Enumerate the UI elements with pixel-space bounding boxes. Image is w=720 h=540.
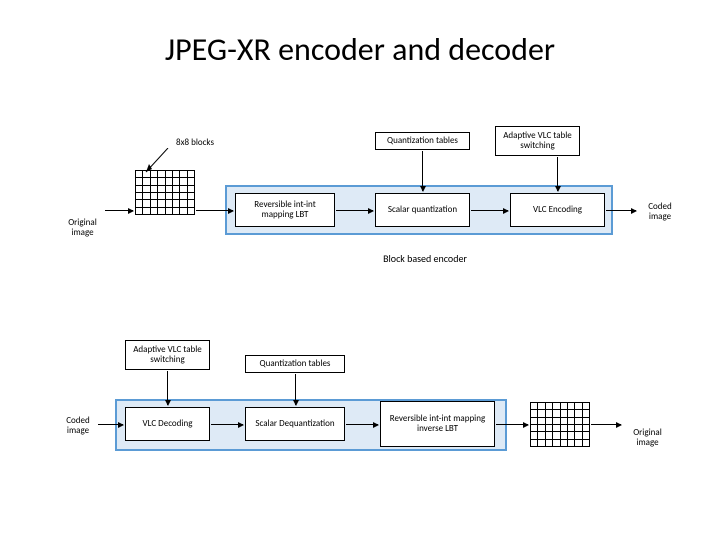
encoder-stage-vlc: VLC Encoding <box>510 193 605 227</box>
decoder-stage-vlc: VLC Decoding <box>125 407 210 441</box>
arrow-dec-0 <box>98 424 123 425</box>
blocks-arrow-enc <box>140 148 170 178</box>
original-image-label-enc: Original image <box>60 218 105 239</box>
arrow-enc-0 <box>105 210 133 211</box>
arrow-enc-3 <box>471 210 508 211</box>
varrow-dec-1 <box>167 371 168 405</box>
adaptive-vlc-box-dec: Adaptive VLC table switching <box>125 340 210 370</box>
arrow-enc-2 <box>336 210 373 211</box>
varrow-dec-2 <box>295 374 296 405</box>
quantization-tables-box-dec: Quantization tables <box>245 355 345 373</box>
varrow-enc-1 <box>422 151 423 191</box>
decoder-stage-dequant: Scalar Dequantization <box>245 407 345 441</box>
arrow-enc-1 <box>196 210 233 211</box>
arrow-dec-4 <box>591 424 621 425</box>
arrow-dec-3 <box>496 424 528 425</box>
encoder-stage-lbt: Reversible int-int mapping LBT <box>235 193 335 227</box>
encoder-group-label: Block based encoder <box>380 253 470 265</box>
decoder-stage-invlbt: Reversible int-int mapping inverse LBT <box>380 401 495 447</box>
coded-image-label-enc: Coded image <box>640 202 680 223</box>
arrow-dec-1 <box>211 424 243 425</box>
adaptive-vlc-box-enc: Adaptive VLC table switching <box>495 126 580 156</box>
page-title: JPEG-XR encoder and decoder <box>0 30 720 69</box>
arrow-dec-2 <box>346 424 378 425</box>
blocks-label: 8x8 blocks <box>155 138 235 148</box>
coded-image-label-dec: Coded image <box>58 416 98 437</box>
quantization-tables-box-enc: Quantization tables <box>375 132 470 150</box>
original-image-label-dec: Original image <box>625 428 670 449</box>
grid-image-dec <box>530 402 590 447</box>
encoder-stage-quant: Scalar quantization <box>375 193 470 227</box>
varrow-enc-2 <box>557 157 558 191</box>
arrow-enc-4 <box>606 210 636 211</box>
